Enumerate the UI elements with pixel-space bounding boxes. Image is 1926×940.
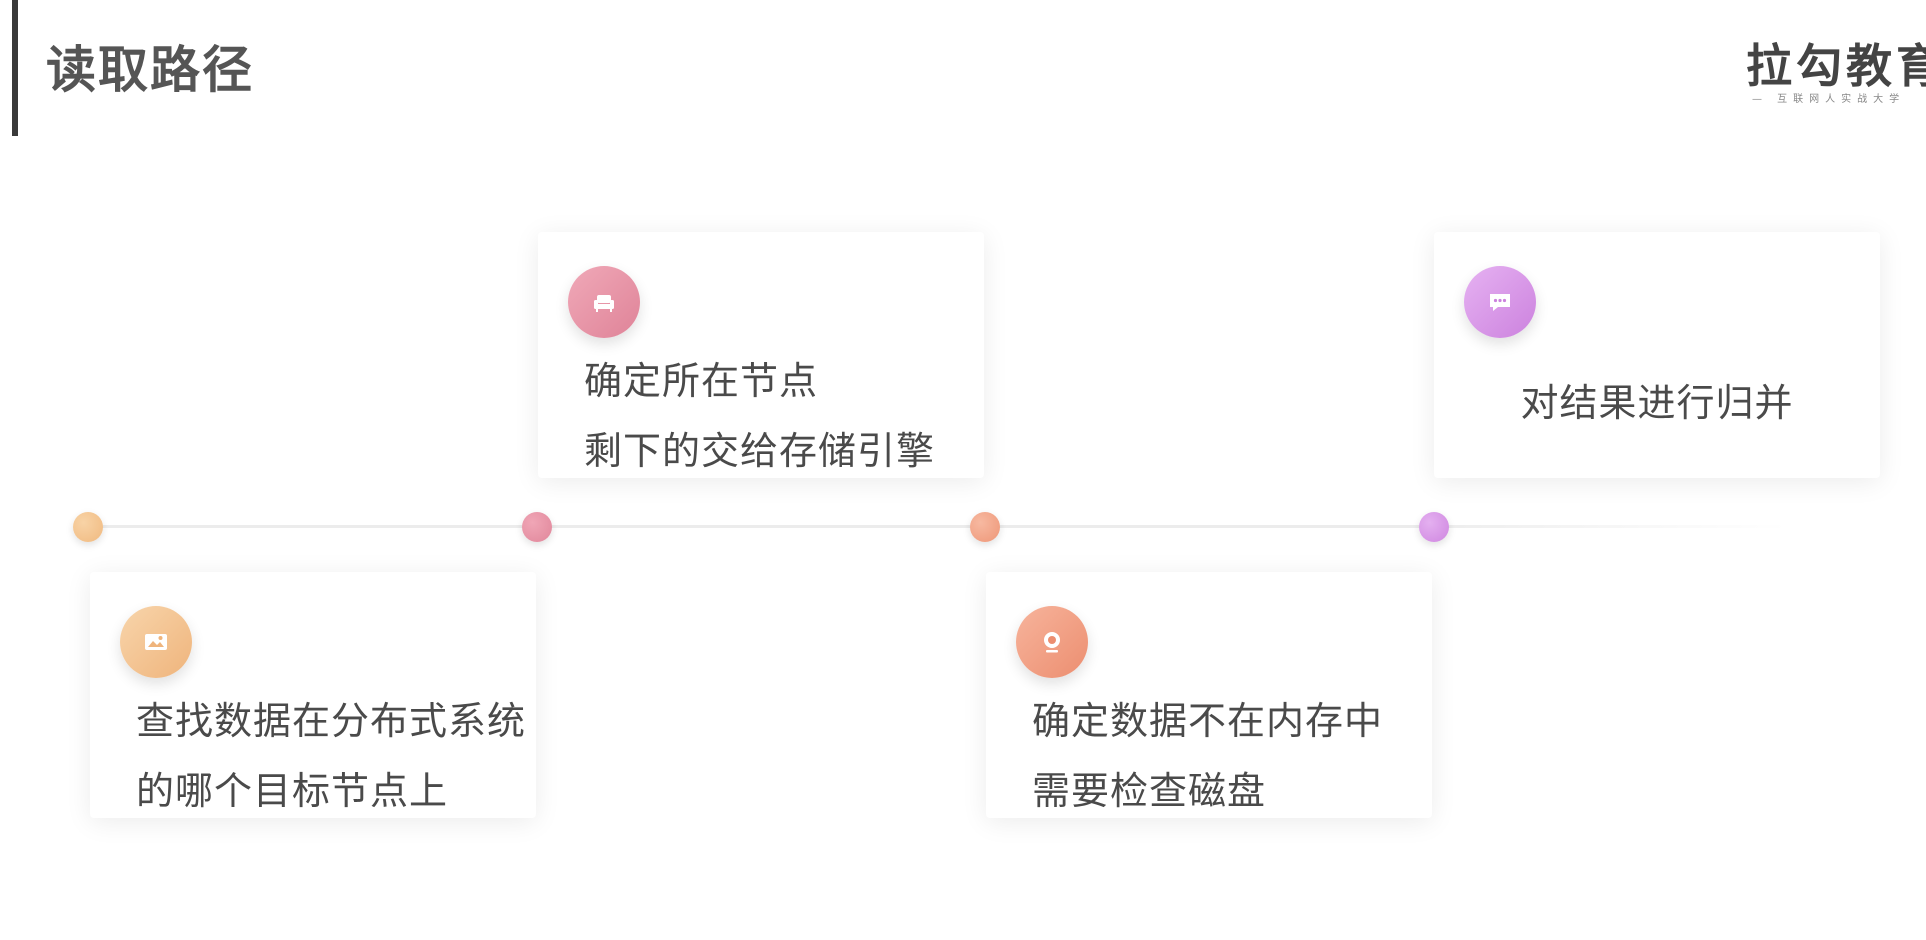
sofa-icon <box>568 266 640 338</box>
timeline-dot-4 <box>1419 512 1449 542</box>
step-card-storage-engine: 确定所在节点 剩下的交给存储引擎 <box>538 232 984 478</box>
timeline-dot-3 <box>970 512 1000 542</box>
timeline-line <box>88 525 1788 528</box>
timeline-dot-1 <box>73 512 103 542</box>
chat-icon <box>1464 266 1536 338</box>
page-title: 读取路径 <box>46 41 254 99</box>
step-card-find-node: 查找数据在分布式系统 的哪个目标节点上 <box>90 572 536 818</box>
logo-tagline: — 互联网人实战大学 <box>1752 94 1906 105</box>
step-2-line-1: 确定所在节点 <box>584 359 819 403</box>
step-card-merge-results: 对结果进行归并 <box>1434 232 1880 478</box>
webcam-icon <box>1016 606 1088 678</box>
step-1-line-2: 的哪个目标节点上 <box>136 769 449 813</box>
step-3-line-2: 需要检查磁盘 <box>1032 769 1267 813</box>
step-1-line-1: 查找数据在分布式系统 <box>136 699 527 743</box>
brand-logo: 拉勾教育 — 互联网人实战大学 <box>1746 30 1926 110</box>
step-4-line-1: 对结果进行归并 <box>1520 381 1794 425</box>
step-2-line-2: 剩下的交给存储引擎 <box>584 429 936 473</box>
step-3-line-1: 确定数据不在内存中 <box>1032 699 1384 743</box>
image-icon <box>120 606 192 678</box>
step-card-check-disk: 确定数据不在内存中 需要检查磁盘 <box>986 572 1432 818</box>
title-accent-bar <box>12 0 18 136</box>
logo-text: 拉勾教育 <box>1746 39 1926 93</box>
timeline-dot-2 <box>522 512 552 542</box>
